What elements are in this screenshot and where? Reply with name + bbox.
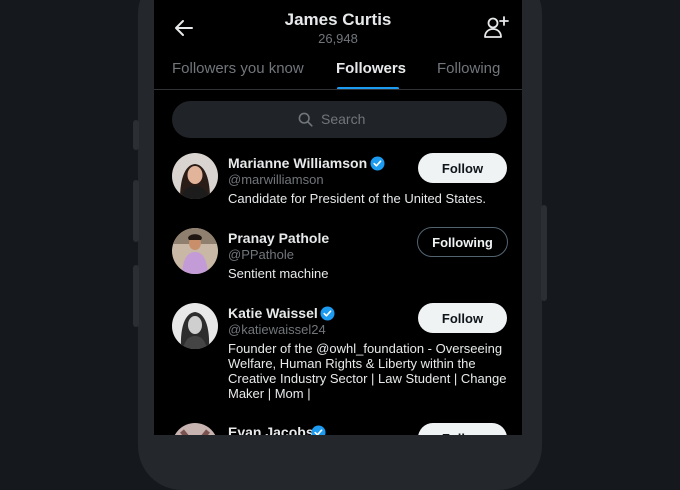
tab-followers[interactable]: Followers — [336, 60, 406, 77]
phone-side-button — [133, 120, 139, 150]
follow-button[interactable]: Follow — [418, 153, 507, 183]
tab-followers-you-know[interactable]: Followers you know — [172, 60, 304, 77]
list-item[interactable]: Pranay Pathole @PPathole Sentient machin… — [154, 227, 522, 287]
verified-badge-icon — [320, 306, 335, 321]
user-name[interactable]: Pranay Pathole — [228, 230, 329, 246]
add-user-icon[interactable] — [482, 14, 510, 42]
bio-line: Founder of the @owhl_foundation - Overse… — [228, 341, 503, 356]
user-bio: Candidate for President of the United St… — [228, 191, 513, 206]
user-bio: Sentient machine — [228, 266, 513, 281]
follow-button[interactable]: Follow — [418, 423, 507, 435]
phone-side-button — [133, 180, 139, 242]
avatar[interactable] — [172, 423, 218, 435]
user-handle: @marwilliamson — [228, 172, 324, 187]
list-item[interactable]: Marianne Williamson @marwilliamson Candi… — [154, 152, 522, 222]
user-name[interactable]: Marianne Williamson — [228, 155, 367, 171]
phone-side-button — [133, 265, 139, 327]
search-placeholder: Search — [321, 111, 366, 127]
bio-line: Sentient machine — [228, 266, 329, 281]
page-title: James Curtis — [284, 10, 392, 29]
following-button[interactable]: Following — [417, 227, 508, 257]
phone-screen: James Curtis 26,948 Followers you know F… — [154, 0, 522, 435]
bio-line: Candidate for President of the United St… — [228, 191, 486, 206]
list-item[interactable]: Evan Jacobs Follow — [154, 422, 522, 435]
user-name[interactable]: Evan Jacobs — [228, 424, 314, 435]
tabs-divider — [154, 89, 522, 90]
bio-line: Welfare, Human Rights & Liberty within t… — [228, 356, 476, 371]
user-bio: Founder of the @owhl_foundation - Overse… — [228, 341, 513, 401]
user-handle: @katiewaissel24 — [228, 322, 326, 337]
list-item[interactable]: Katie Waissel @katiewaissel24 Founder of… — [154, 302, 522, 417]
verified-badge-icon — [311, 425, 326, 435]
phone-side-button — [541, 205, 547, 301]
tab-following[interactable]: Following — [437, 60, 500, 77]
avatar[interactable] — [172, 228, 218, 274]
verified-badge-icon — [370, 156, 385, 171]
bio-line: Creative Industry Sector | Law Student |… — [228, 371, 507, 386]
user-name[interactable]: Katie Waissel — [228, 305, 318, 321]
user-handle: @PPathole — [228, 247, 294, 262]
follower-count: 26,948 — [318, 31, 358, 46]
avatar[interactable] — [172, 303, 218, 349]
search-icon — [298, 112, 313, 127]
follow-button[interactable]: Follow — [418, 303, 507, 333]
avatar[interactable] — [172, 153, 218, 199]
bio-line: Maker | Mom | — [228, 386, 311, 401]
search-input[interactable]: Search — [172, 101, 507, 138]
